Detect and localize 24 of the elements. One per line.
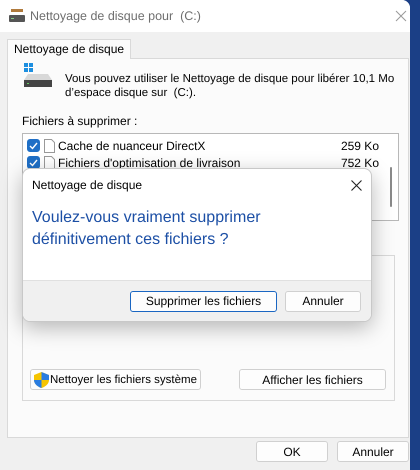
file-size: 259 Ko: [340, 138, 379, 152]
drive-icon: [22, 63, 54, 89]
dialog-message: Voulez-vous vraiment supprimer définitivement ces fichiers ?: [31, 208, 262, 250]
button[interactable]: Annuler: [337, 441, 409, 462]
file-name: Cache de nuanceur DirectX: [58, 138, 206, 152]
scrollbar-thumb[interactable]: [390, 167, 392, 207]
file-size: 752 Ko: [340, 156, 379, 170]
button[interactable]: Annuler: [285, 290, 361, 312]
disk-icon: [8, 9, 26, 23]
checkbox[interactable]: [27, 156, 40, 169]
description-text: Vous pouvez utiliser le Nettoyage de disque pour libérer 10,1 Mo d’espace disque sur (C:).: [65, 72, 396, 100]
shield-icon: [34, 372, 49, 388]
file-icon: [44, 138, 55, 152]
window-title: Nettoyage de disque pour (C:): [30, 9, 202, 23]
dialog-title: Nettoyage de disque: [32, 178, 144, 192]
button[interactable]: Afficher les fichiers: [239, 369, 386, 390]
checkbox[interactable]: [27, 139, 40, 152]
files-label: Fichiers à supprimer :: [22, 114, 138, 128]
button[interactable]: Supprimer les fichiers: [130, 290, 277, 312]
button[interactable]: Nettoyer les fichiers système: [30, 369, 201, 390]
button[interactable]: OK: [256, 441, 328, 462]
close-icon[interactable]: [351, 180, 362, 190]
tab[interactable]: Nettoyage de disque: [7, 39, 132, 59]
file-name: Fichiers d'optimisation de livraison: [58, 156, 242, 170]
